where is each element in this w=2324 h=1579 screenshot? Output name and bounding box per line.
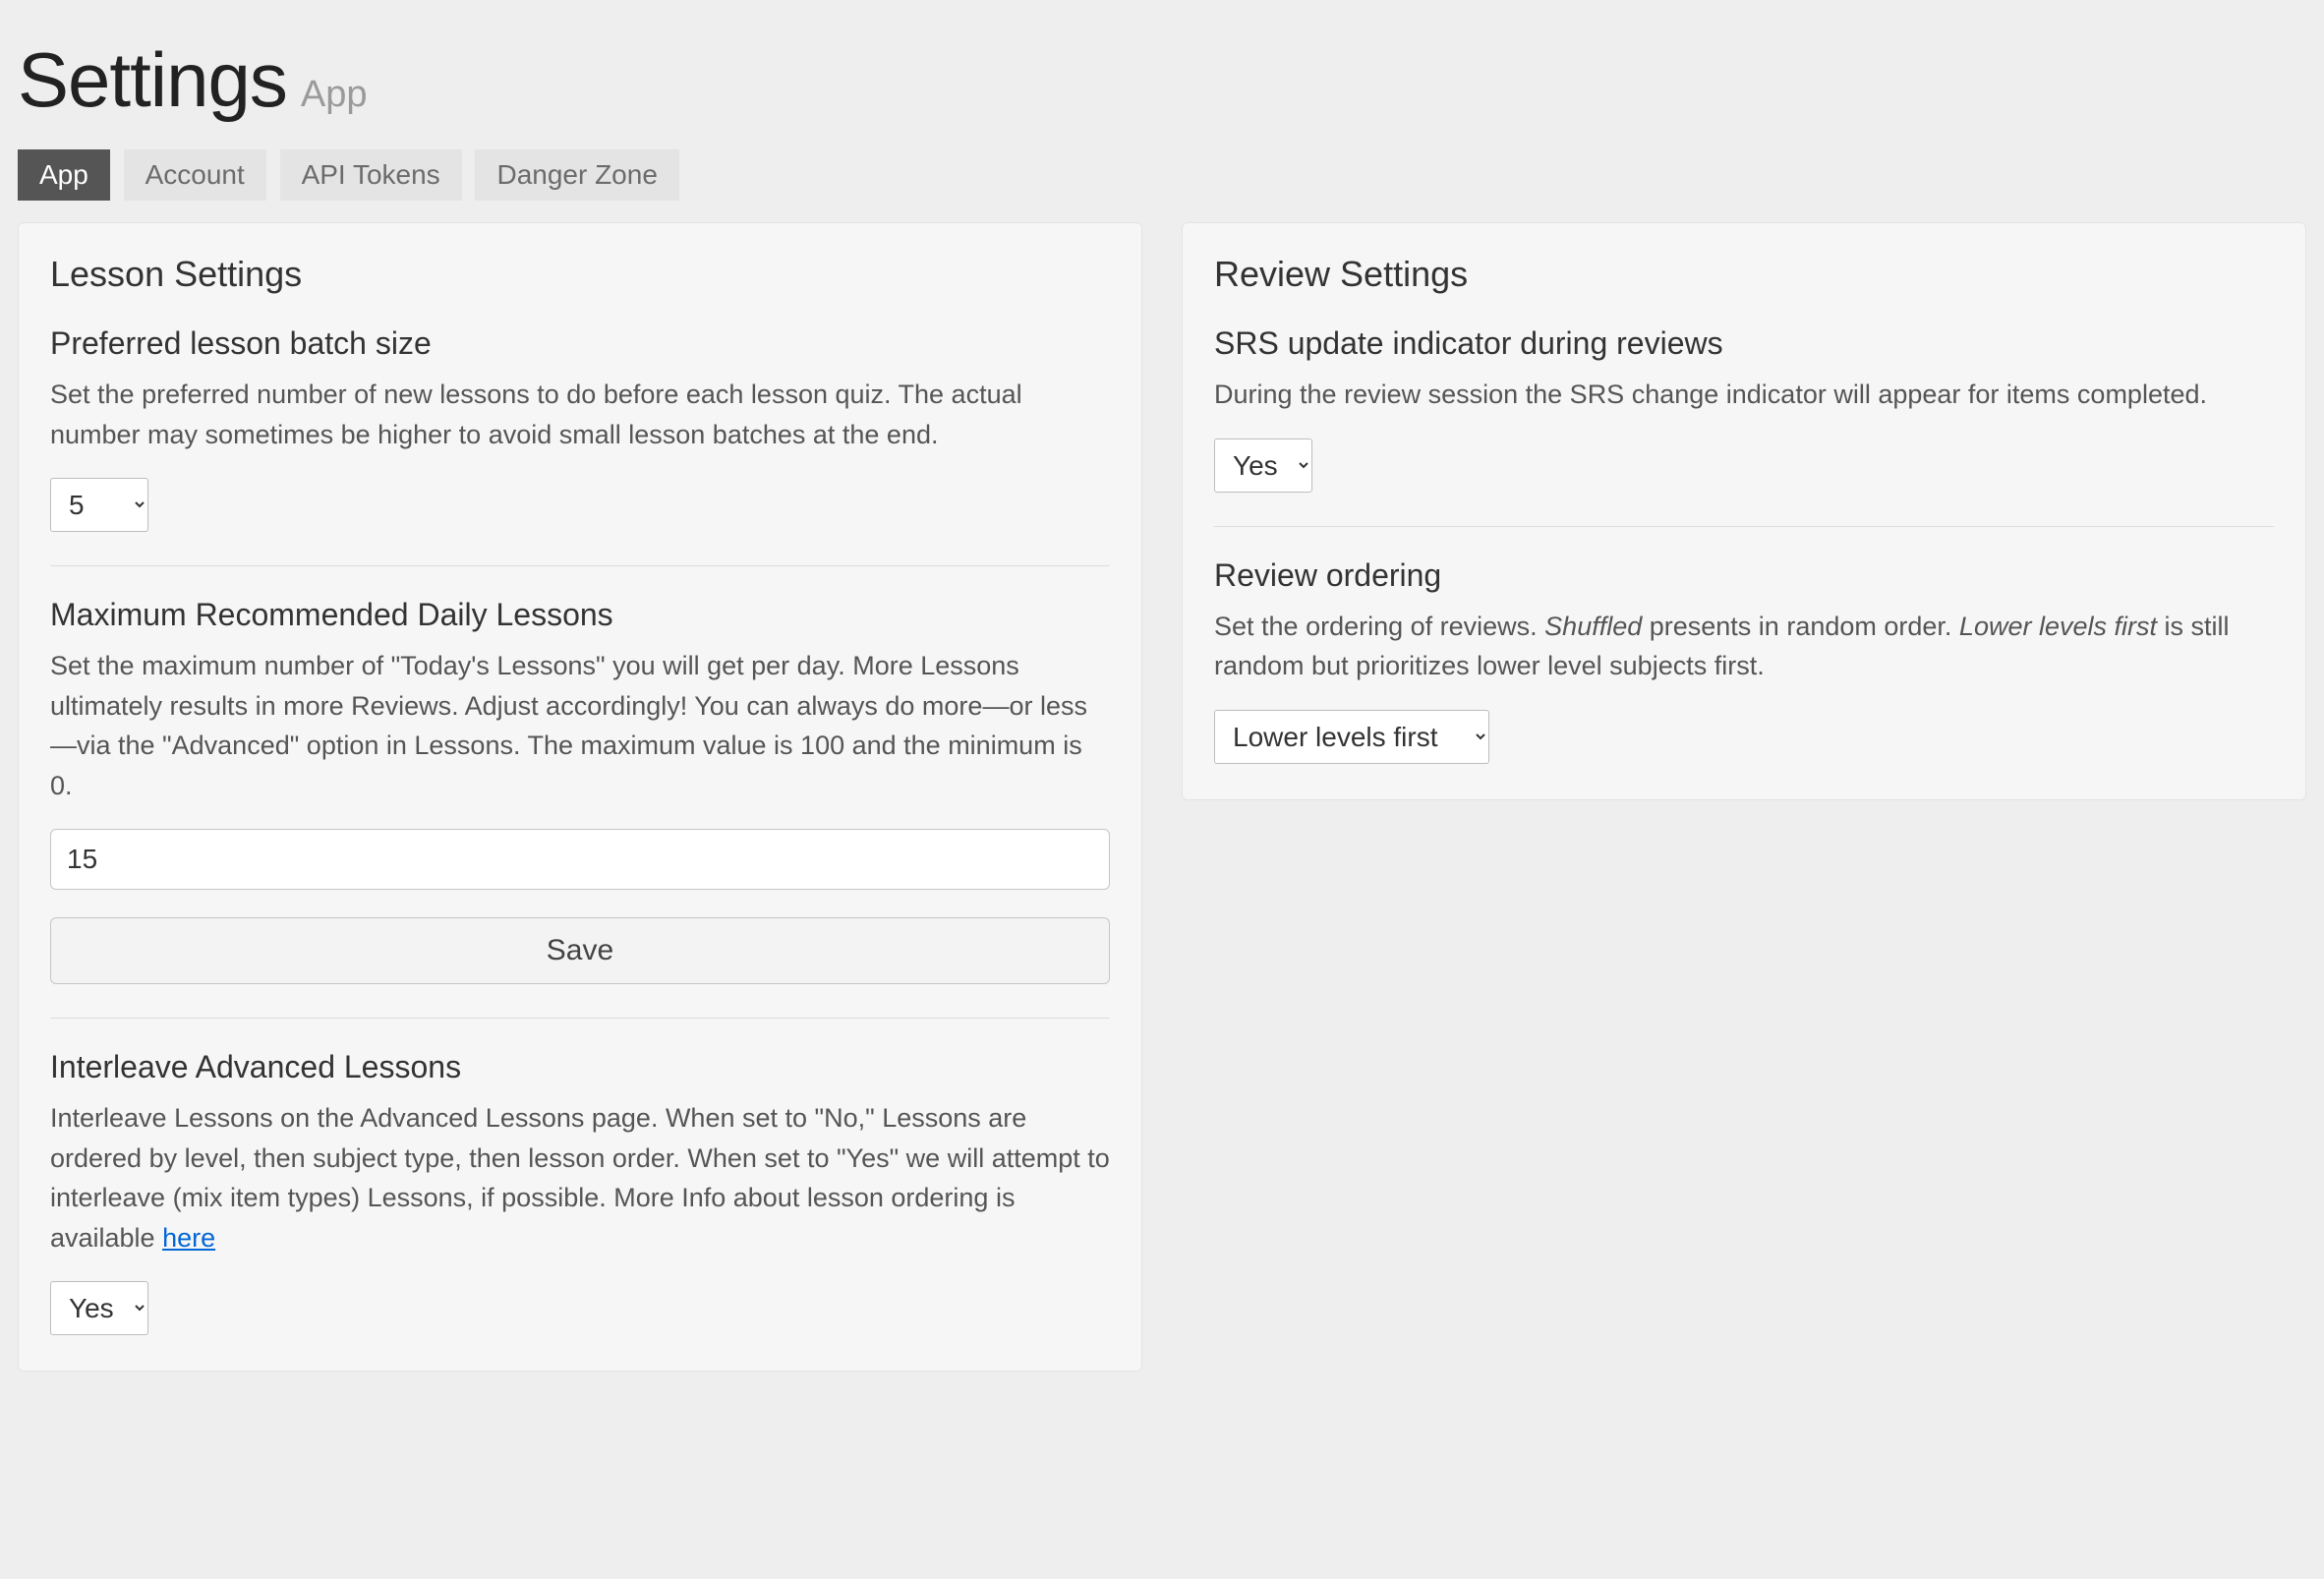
srs-indicator-field: SRS update indicator during reviews Duri…	[1214, 322, 2274, 493]
settings-columns: Lesson Settings Preferred lesson batch s…	[18, 222, 2306, 1372]
interleave-here-link[interactable]: here	[162, 1223, 215, 1253]
srs-indicator-select[interactable]: Yes	[1214, 439, 1312, 493]
divider	[50, 1018, 1110, 1019]
review-ordering-field: Review ordering Set the ordering of revi…	[1214, 555, 2274, 764]
review-ordering-select[interactable]: Lower levels first	[1214, 710, 1489, 764]
lesson-settings-panel: Lesson Settings Preferred lesson batch s…	[18, 222, 1142, 1372]
review-ordering-desc: Set the ordering of reviews. Shuffled pr…	[1214, 607, 2274, 686]
divider	[1214, 526, 2274, 527]
tab-api-tokens[interactable]: API Tokens	[280, 149, 462, 201]
batch-size-select[interactable]: 5	[50, 478, 148, 532]
interleave-field: Interleave Advanced Lessons Interleave L…	[50, 1046, 1110, 1335]
review-settings-panel: Review Settings SRS update indicator dur…	[1182, 222, 2306, 799]
settings-tabs: App Account API Tokens Danger Zone	[18, 149, 2306, 201]
divider	[50, 565, 1110, 566]
max-daily-input[interactable]	[50, 829, 1110, 890]
review-settings-title: Review Settings	[1214, 251, 2274, 299]
tab-app[interactable]: App	[18, 149, 110, 201]
tab-danger-zone[interactable]: Danger Zone	[475, 149, 678, 201]
ordering-emph-lower: Lower levels first	[1959, 612, 2157, 641]
interleave-desc: Interleave Lessons on the Advanced Lesso…	[50, 1098, 1110, 1257]
page-title: Settings	[18, 41, 287, 118]
settings-page: Settings App App Account API Tokens Dange…	[0, 0, 2324, 1407]
tab-account[interactable]: Account	[124, 149, 266, 201]
lesson-settings-title: Lesson Settings	[50, 251, 1110, 299]
ordering-desc-mid: presents in random order.	[1642, 612, 1959, 641]
save-button[interactable]: Save	[50, 917, 1110, 984]
srs-indicator-title: SRS update indicator during reviews	[1214, 322, 2274, 365]
batch-size-desc: Set the preferred number of new lessons …	[50, 375, 1110, 454]
srs-indicator-desc: During the review session the SRS change…	[1214, 375, 2274, 415]
max-daily-field: Maximum Recommended Daily Lessons Set th…	[50, 594, 1110, 984]
ordering-desc-prefix: Set the ordering of reviews.	[1214, 612, 1544, 641]
max-daily-title: Maximum Recommended Daily Lessons	[50, 594, 1110, 636]
page-header: Settings App	[18, 41, 2306, 120]
max-daily-desc: Set the maximum number of "Today's Lesso…	[50, 646, 1110, 805]
batch-size-field: Preferred lesson batch size Set the pref…	[50, 322, 1110, 532]
review-ordering-title: Review ordering	[1214, 555, 2274, 597]
batch-size-title: Preferred lesson batch size	[50, 322, 1110, 365]
interleave-title: Interleave Advanced Lessons	[50, 1046, 1110, 1088]
page-subtitle: App	[301, 74, 368, 115]
interleave-select[interactable]: Yes	[50, 1281, 148, 1335]
ordering-emph-shuffled: Shuffled	[1544, 612, 1642, 641]
